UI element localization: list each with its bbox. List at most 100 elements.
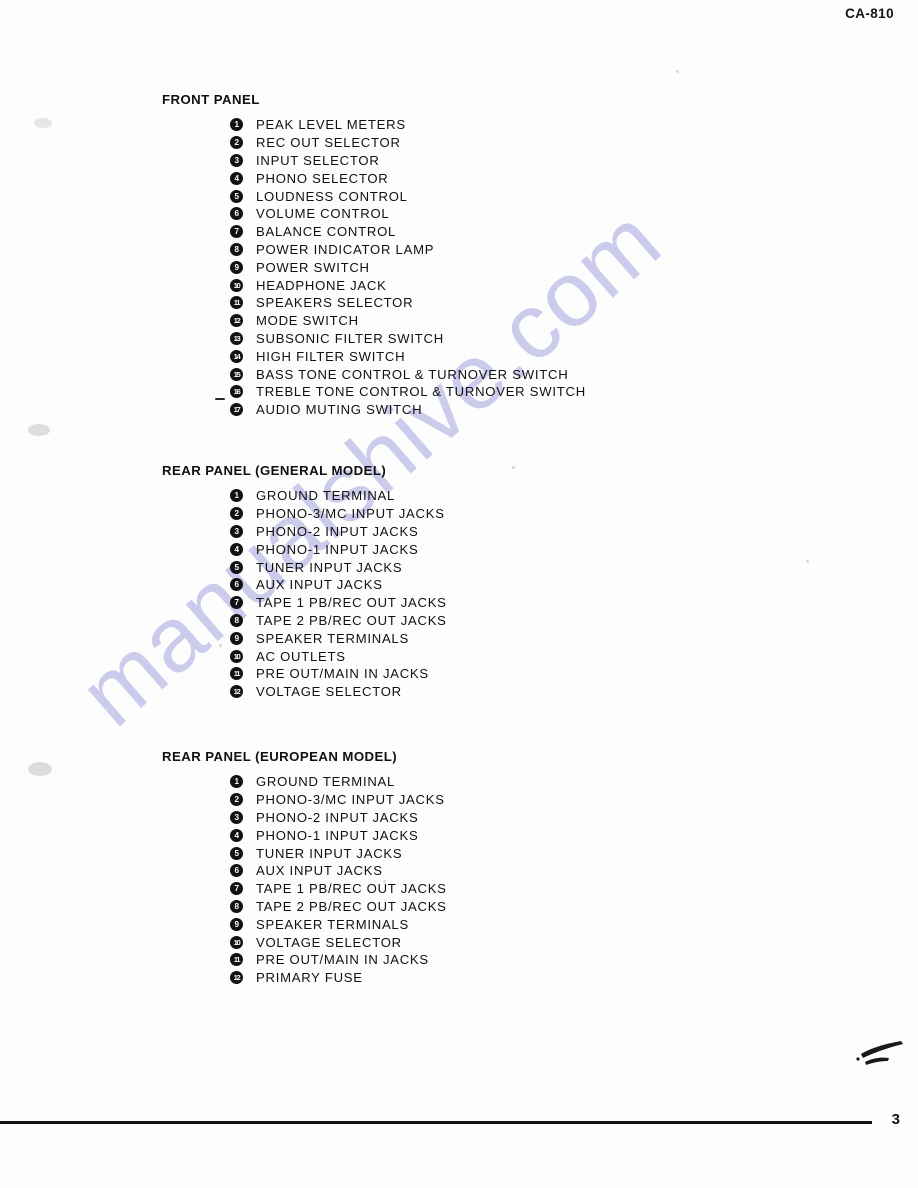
item-number-badge: 4 bbox=[230, 828, 243, 842]
item-number-badge: 6 bbox=[230, 578, 243, 592]
item-number-badge: 7 bbox=[230, 596, 243, 610]
list-item: 13 SUBSONIC FILTER SWITCH bbox=[162, 330, 586, 348]
item-label: LOUDNESS CONTROL bbox=[256, 188, 408, 204]
list-item: 17 AUDIO MUTING SWITCH bbox=[162, 401, 586, 419]
item-label: TAPE 1 PB/REC OUT JACKS bbox=[256, 595, 447, 611]
item-label: VOLTAGE SELECTOR bbox=[256, 934, 402, 950]
item-number-badge: 1 bbox=[230, 118, 243, 132]
list-item: 4 PHONO-1 INPUT JACKS bbox=[162, 540, 447, 558]
item-label: POWER INDICATOR LAMP bbox=[256, 241, 435, 257]
list-item: 8 POWER INDICATOR LAMP bbox=[162, 241, 586, 259]
list-item: 11 PRE OUT/MAIN IN JACKS bbox=[162, 665, 447, 683]
list-item: 10 VOLTAGE SELECTOR bbox=[162, 933, 447, 951]
page-number: 3 bbox=[891, 1111, 900, 1128]
item-number-badge: 5 bbox=[230, 560, 243, 574]
item-label: BASS TONE CONTROL & TURNOVER SWITCH bbox=[256, 366, 569, 382]
item-label: INPUT SELECTOR bbox=[256, 152, 380, 168]
item-number-badge: 8 bbox=[230, 242, 243, 256]
list-item: 10 HEADPHONE JACK bbox=[162, 276, 586, 294]
list-item: 7 BALANCE CONTROL bbox=[162, 223, 586, 241]
list-item: 6 AUX INPUT JACKS bbox=[162, 862, 447, 880]
item-number-badge: 10 bbox=[230, 649, 243, 663]
section-title: REAR PANEL (EUROPEAN MODEL) bbox=[162, 749, 398, 764]
list-item: 15 BASS TONE CONTROL & TURNOVER SWITCH bbox=[162, 365, 586, 383]
list-item: 9 SPEAKER TERMINALS bbox=[162, 915, 447, 933]
item-number-badge: 14 bbox=[230, 349, 243, 363]
section-title: REAR PANEL (GENERAL MODEL) bbox=[162, 463, 387, 478]
item-number-badge: 12 bbox=[230, 685, 243, 699]
item-label: PHONO-1 INPUT JACKS bbox=[256, 827, 419, 843]
item-label: PRE OUT/MAIN IN JACKS bbox=[256, 666, 429, 682]
item-label: PHONO-3/MC INPUT JACKS bbox=[256, 506, 445, 522]
list-item: 8 TAPE 2 PB/REC OUT JACKS bbox=[162, 898, 447, 916]
scan-speck bbox=[28, 424, 50, 436]
list-item: 11 SPEAKERS SELECTOR bbox=[162, 294, 586, 312]
item-label: TAPE 2 PB/REC OUT JACKS bbox=[256, 898, 447, 914]
list-item: 4 PHONO SELECTOR bbox=[162, 169, 586, 187]
item-label: BALANCE CONTROL bbox=[256, 224, 397, 240]
list-item: 12 PRIMARY FUSE bbox=[162, 969, 447, 987]
item-number-badge: 6 bbox=[230, 864, 243, 878]
item-label: PHONO-1 INPUT JACKS bbox=[256, 541, 419, 557]
list-item: 11 PRE OUT/MAIN IN JACKS bbox=[162, 951, 447, 969]
item-label: AUX INPUT JACKS bbox=[256, 577, 383, 593]
running-head-model: CA-810 bbox=[845, 6, 894, 21]
item-label: GROUND TERMINAL bbox=[256, 774, 396, 790]
item-label: HIGH FILTER SWITCH bbox=[256, 348, 406, 364]
item-number-badge: 11 bbox=[230, 296, 243, 310]
list-item: 5 TUNER INPUT JACKS bbox=[162, 558, 447, 576]
item-number-badge: 9 bbox=[230, 260, 243, 274]
item-number-badge: 4 bbox=[230, 171, 243, 185]
item-number-badge: 11 bbox=[230, 953, 243, 967]
item-label: TREBLE TONE CONTROL & TURNOVER SWITCH bbox=[256, 384, 586, 400]
item-label: AUX INPUT JACKS bbox=[256, 863, 383, 879]
item-label: VOLTAGE SELECTOR bbox=[256, 684, 402, 700]
list-item: 5 LOUDNESS CONTROL bbox=[162, 187, 586, 205]
item-label: SPEAKER TERMINALS bbox=[256, 630, 409, 646]
item-label: HEADPHONE JACK bbox=[256, 277, 387, 293]
item-label: TUNER INPUT JACKS bbox=[256, 845, 403, 861]
list-item: 4 PHONO-1 INPUT JACKS bbox=[162, 826, 447, 844]
item-number-badge: 9 bbox=[230, 631, 243, 645]
item-number-badge: 15 bbox=[230, 367, 243, 381]
scan-speck bbox=[512, 466, 515, 469]
item-number-badge: 10 bbox=[230, 935, 243, 949]
list-item: 9 POWER SWITCH bbox=[162, 258, 586, 276]
list-item: 7 TAPE 1 PB/REC OUT JACKS bbox=[162, 880, 447, 898]
item-label: MODE SWITCH bbox=[256, 313, 359, 329]
item-label: SUBSONIC FILTER SWITCH bbox=[256, 330, 444, 346]
scan-smudge bbox=[856, 1041, 903, 1065]
list-item: 3 PHONO-2 INPUT JACKS bbox=[162, 809, 447, 827]
item-number-badge: 2 bbox=[230, 136, 243, 150]
list-item: 14 HIGH FILTER SWITCH bbox=[162, 347, 586, 365]
list-item: 12 MODE SWITCH bbox=[162, 312, 586, 330]
item-number-badge: 12 bbox=[230, 314, 243, 328]
item-label: SPEAKER TERMINALS bbox=[256, 916, 409, 932]
item-number-badge: 4 bbox=[230, 542, 243, 556]
section-rear-panel-general: REAR PANEL (GENERAL MODEL) 1 GROUND TERMI… bbox=[162, 463, 447, 701]
item-number-badge: 12 bbox=[230, 971, 243, 985]
item-label: TAPE 2 PB/REC OUT JACKS bbox=[256, 612, 447, 628]
list-item: 3 PHONO-2 INPUT JACKS bbox=[162, 523, 447, 541]
item-number-badge: 2 bbox=[230, 793, 243, 807]
list-item: 5 TUNER INPUT JACKS bbox=[162, 844, 447, 862]
footer-rule bbox=[0, 1121, 872, 1124]
rear-panel-general-item-list: 1 GROUND TERMINAL 2 PHONO-3/MC INPUT JACKS… bbox=[162, 487, 447, 701]
item-label: SPEAKERS SELECTOR bbox=[256, 295, 414, 311]
list-item: 16 TREBLE TONE CONTROL & TURNOVER SWITCH bbox=[162, 383, 586, 401]
item-label: TUNER INPUT JACKS bbox=[256, 559, 403, 575]
item-number-badge: 7 bbox=[230, 882, 243, 896]
item-number-badge: 16 bbox=[230, 385, 243, 399]
item-number-badge: 2 bbox=[230, 507, 243, 521]
list-item: 12 VOLTAGE SELECTOR bbox=[162, 683, 447, 701]
item-label: AUDIO MUTING SWITCH bbox=[256, 402, 423, 418]
item-number-badge: 10 bbox=[230, 278, 243, 292]
item-number-badge: 5 bbox=[230, 189, 243, 203]
list-item: 10 AC OUTLETS bbox=[162, 647, 447, 665]
list-item: 2 PHONO-3/MC INPUT JACKS bbox=[162, 505, 447, 523]
item-number-badge: 8 bbox=[230, 899, 243, 913]
section-front-panel: FRONT PANEL 1 PEAK LEVEL METERS 2 REC OUT … bbox=[162, 92, 586, 419]
item-label: PHONO SELECTOR bbox=[256, 170, 389, 186]
item-label: PHONO-2 INPUT JACKS bbox=[256, 523, 419, 539]
item-number-badge: 3 bbox=[230, 810, 243, 824]
